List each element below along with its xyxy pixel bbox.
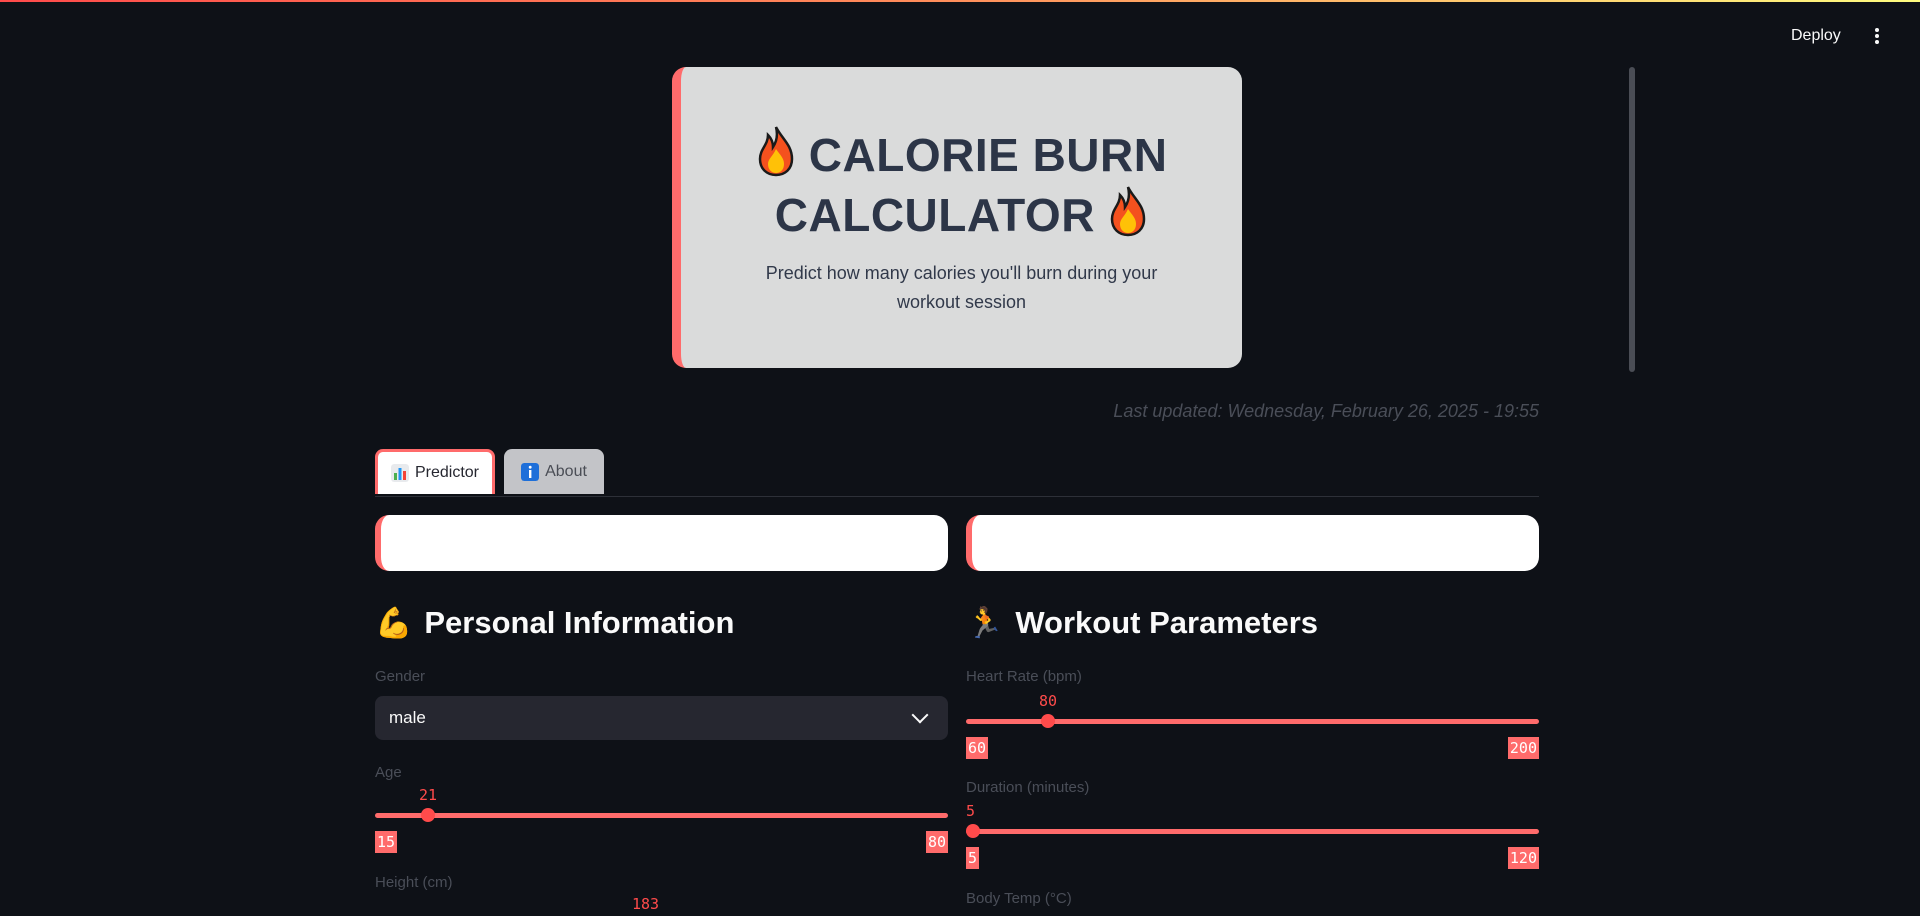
slider-thumb[interactable] <box>1041 714 1055 728</box>
tab-predictor[interactable]: Predictor <box>375 449 495 494</box>
gender-select[interactable]: male <box>375 696 948 740</box>
section-title-text: Personal Information <box>424 605 735 640</box>
tab-about[interactable]: About <box>504 449 604 494</box>
personal-info-heading: 💪 Personal Information <box>375 605 734 641</box>
tab-label: About <box>545 462 587 480</box>
title-line-2: CALCULATOR <box>774 189 1095 241</box>
flexed-biceps-icon: 💪 <box>375 606 413 640</box>
person-running-icon: 🏃 <box>966 606 1004 640</box>
heart-rate-label: Heart Rate (bpm) <box>966 668 1082 685</box>
age-slider[interactable]: 21 15 80 <box>375 786 948 853</box>
info-card-left <box>375 515 948 571</box>
tab-bar: Predictor About <box>375 449 1539 497</box>
fire-icon <box>1110 186 1146 237</box>
duration-slider[interactable]: 5 5 120 <box>966 802 1539 869</box>
slider-min: 5 <box>966 847 980 869</box>
height-slider-value: 183 <box>632 895 660 913</box>
slider-thumb[interactable] <box>421 808 435 822</box>
slider-value: 5 <box>966 802 976 820</box>
age-label: Age <box>375 764 402 781</box>
slider-track <box>375 813 948 818</box>
height-label: Height (cm) <box>375 874 453 891</box>
scrollbar[interactable] <box>1629 67 1635 372</box>
hero-card: CALORIE BURN CALCULATOR Predict how many… <box>672 67 1242 368</box>
deploy-button[interactable]: Deploy <box>1791 27 1841 45</box>
tab-label: Predictor <box>414 464 480 481</box>
slider-min: 60 <box>966 737 989 759</box>
bar-chart-icon <box>390 464 409 482</box>
slider-max: 120 <box>1507 847 1539 869</box>
workout-params-heading: 🏃 Workout Parameters <box>966 605 1318 641</box>
gender-value: male <box>389 708 426 727</box>
slider-value: 21 <box>418 786 438 804</box>
title-line-1: CALORIE BURN <box>808 129 1168 181</box>
body-temp-label: Body Temp (°C) <box>966 890 1072 907</box>
hero-subtitle: Predict how many calories you'll burn du… <box>765 263 1158 312</box>
chevron-down-icon <box>911 706 929 724</box>
slider-value: 80 <box>1038 692 1058 710</box>
duration-label: Duration (minutes) <box>966 779 1090 796</box>
slider-min: 15 <box>375 831 398 853</box>
section-title-text: Workout Parameters <box>1015 605 1319 640</box>
info-icon <box>521 462 540 481</box>
slider-thumb[interactable] <box>966 824 980 838</box>
top-decoration-line <box>0 0 1920 2</box>
info-card-right <box>966 515 1539 571</box>
slider-max: 200 <box>1507 737 1539 759</box>
page-title: CALORIE BURN CALCULATOR <box>721 125 1202 245</box>
heart-rate-slider[interactable]: 80 60 200 <box>966 692 1539 759</box>
slider-max: 80 <box>925 831 948 853</box>
slider-track <box>966 829 1539 834</box>
gender-label: Gender <box>375 668 426 685</box>
last-updated-text: Last updated: Wednesday, February 26, 20… <box>1113 401 1539 421</box>
main-menu-icon[interactable] <box>1872 28 1882 48</box>
fire-icon <box>758 126 793 177</box>
